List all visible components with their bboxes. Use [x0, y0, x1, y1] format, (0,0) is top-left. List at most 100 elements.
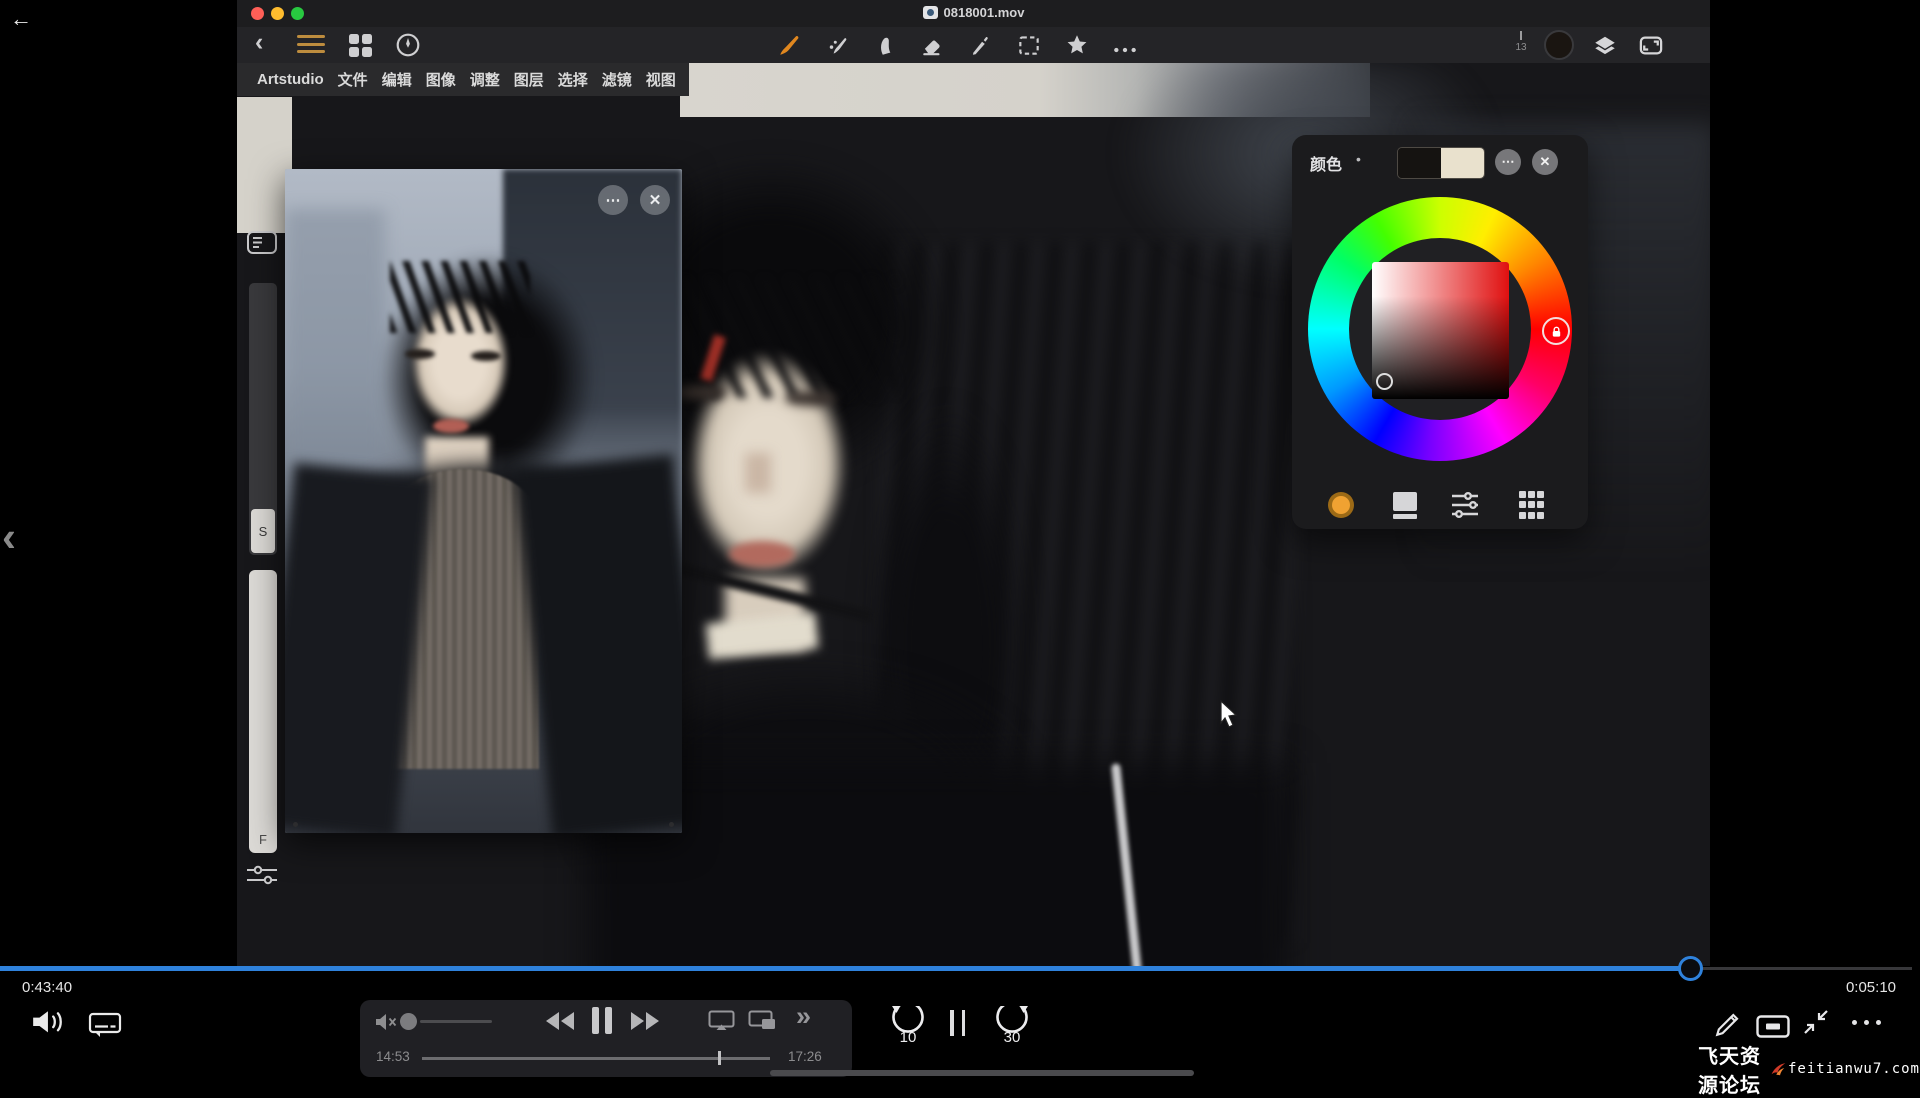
picture-in-picture-icon[interactable] [748, 1010, 777, 1031]
brush-size-tick[interactable] [1520, 31, 1522, 40]
brush-flow-slider[interactable]: F [249, 570, 277, 853]
color-panel-more-button[interactable]: ⋯ [1495, 149, 1521, 175]
reference-lips [433, 419, 469, 433]
selection-marquee-tool-icon[interactable] [1016, 32, 1042, 58]
pause-icon[interactable] [592, 1007, 612, 1034]
painting-right-eye [785, 391, 837, 406]
color-panel: 颜色 • ⋯ ✕ [1292, 135, 1588, 529]
volume-icon[interactable] [30, 1006, 68, 1038]
app-menubar: Artstudio 文件 编辑 图像 调整 图层 选择 滤镜 视图 [237, 63, 689, 96]
primary-color-swatch[interactable] [1398, 148, 1441, 178]
reference-left-eye [405, 349, 435, 359]
elapsed-time: 0:43:40 [22, 979, 72, 996]
back-arrow-icon[interactable]: ← [10, 6, 32, 32]
menu-item-view[interactable]: 视图 [646, 69, 676, 90]
box-mode-tab[interactable] [1392, 490, 1418, 520]
volume-slider-track[interactable] [420, 1020, 492, 1023]
rewind-icon[interactable] [545, 1009, 575, 1033]
reference-more-button[interactable]: ⋯ [598, 185, 628, 215]
muted-speaker-icon[interactable] [374, 1011, 400, 1033]
paint-brush-tool-icon[interactable] [777, 32, 803, 58]
slider-settings-icon[interactable] [243, 862, 281, 888]
gallery-grid-icon[interactable] [349, 34, 372, 57]
recorded-player-controls: » 14:53 17:26 [360, 1000, 852, 1077]
canvas-paper-left [237, 97, 292, 233]
panel-toggle-icon[interactable] [246, 230, 278, 256]
painting-body-lower [587, 763, 1287, 966]
subtitles-icon[interactable] [88, 1011, 122, 1037]
more-options-icon[interactable] [1852, 1020, 1881, 1025]
hue-lock-cursor[interactable] [1542, 317, 1570, 345]
video-window: 0818001.mov ‹ 13 [237, 0, 1710, 966]
painting-bangs [657, 278, 897, 398]
bottom-scroll-indicator[interactable] [770, 1070, 1194, 1076]
sliders-mode-tab[interactable] [1452, 490, 1478, 520]
color-swatch-pair[interactable] [1397, 147, 1485, 179]
watermark-site-url: feitianwu7.com [1788, 1061, 1920, 1077]
mouse-cursor [1219, 700, 1241, 730]
watermark-site-name: 飞天资源论坛 [1698, 1040, 1769, 1098]
reference-resize-handle-right[interactable] [669, 822, 674, 827]
eraser-tool-icon[interactable] [920, 32, 946, 58]
app-back-chevron-icon[interactable]: ‹ [255, 28, 263, 57]
watermark-flame-logo [1770, 1056, 1787, 1082]
timeline-progress[interactable] [0, 966, 1690, 971]
volume-slider-knob[interactable] [400, 1013, 417, 1030]
menu-item-layer[interactable]: 图层 [514, 69, 544, 90]
more-controls-chevrons[interactable]: » [796, 1001, 811, 1032]
painting-left-eye [675, 385, 727, 400]
toolbar-more-icon[interactable] [1112, 37, 1138, 63]
skip-forward-30-button[interactable]: 30 [990, 1006, 1034, 1048]
pause-button[interactable] [950, 1010, 965, 1036]
menu-item-filter[interactable]: 滤镜 [602, 69, 632, 90]
annotate-pencil-icon[interactable] [1714, 1008, 1744, 1038]
painting-lips [729, 541, 795, 567]
video-file-icon [923, 6, 938, 19]
reference-resize-handle-left[interactable] [293, 822, 298, 827]
touchbar-keyboard-icon[interactable] [1756, 1015, 1790, 1038]
reference-bangs [390, 261, 530, 333]
remaining-time: 0:05:10 [1846, 979, 1896, 996]
layers-icon[interactable] [1591, 33, 1619, 59]
skip-back-10-button[interactable]: 10 [886, 1006, 930, 1048]
reference-close-button[interactable]: ✕ [640, 185, 670, 215]
palette-grid-tab[interactable] [1518, 490, 1544, 520]
fast-forward-icon[interactable] [630, 1009, 660, 1033]
menu-item-edit[interactable]: 编辑 [382, 69, 412, 90]
current-color-swatch[interactable] [1544, 30, 1574, 60]
brush-size-value: 13 [1509, 42, 1533, 53]
brush-size-slider[interactable]: S [249, 283, 277, 555]
timeline-scrubber-knob[interactable] [1678, 956, 1703, 981]
recorded-progress-marker[interactable] [718, 1051, 721, 1065]
color-panel-title: 颜色 [1310, 151, 1342, 175]
watermark: 飞天资源论坛 feitianwu7.com [1698, 1040, 1920, 1098]
exit-fullscreen-icon[interactable] [1802, 1008, 1830, 1036]
reference-photo-window[interactable]: ⋯ ✕ [285, 169, 682, 833]
brush-flow-slider-label: F [249, 832, 277, 847]
hamburger-menu-icon[interactable] [297, 35, 325, 58]
wheel-mode-tab[interactable] [1328, 490, 1354, 520]
quick-tool-icon[interactable] [395, 32, 421, 58]
color-panel-close-button[interactable]: ✕ [1532, 149, 1558, 175]
saturation-value-cursor[interactable] [1376, 373, 1393, 390]
menu-item-artstudio[interactable]: Artstudio [257, 71, 324, 88]
artstudio-toolbar: ‹ 13 [237, 27, 1710, 63]
wet-brush-tool-icon[interactable] [825, 32, 851, 58]
recorded-current-time: 14:53 [376, 1049, 410, 1064]
brush-size-slider-handle[interactable]: S [251, 509, 275, 553]
airplay-display-icon[interactable] [708, 1010, 735, 1031]
window-title: 0818001.mov [237, 5, 1710, 20]
smudge-tool-icon[interactable] [873, 32, 899, 58]
fullscreen-icon[interactable] [1637, 32, 1665, 59]
timeline-remaining[interactable] [1690, 967, 1912, 970]
menu-item-adjust[interactable]: 调整 [470, 69, 500, 90]
menu-item-file[interactable]: 文件 [338, 69, 368, 90]
previous-chevron-icon[interactable]: ‹ [2, 516, 16, 558]
painting-nose-shadow [745, 453, 771, 493]
menu-item-image[interactable]: 图像 [426, 69, 456, 90]
menu-item-select[interactable]: 选择 [558, 69, 588, 90]
eyedropper-tool-icon[interactable] [968, 32, 994, 58]
reference-right-eye [471, 351, 501, 361]
secondary-color-swatch[interactable] [1441, 148, 1484, 178]
favorites-star-icon[interactable] [1064, 32, 1090, 58]
